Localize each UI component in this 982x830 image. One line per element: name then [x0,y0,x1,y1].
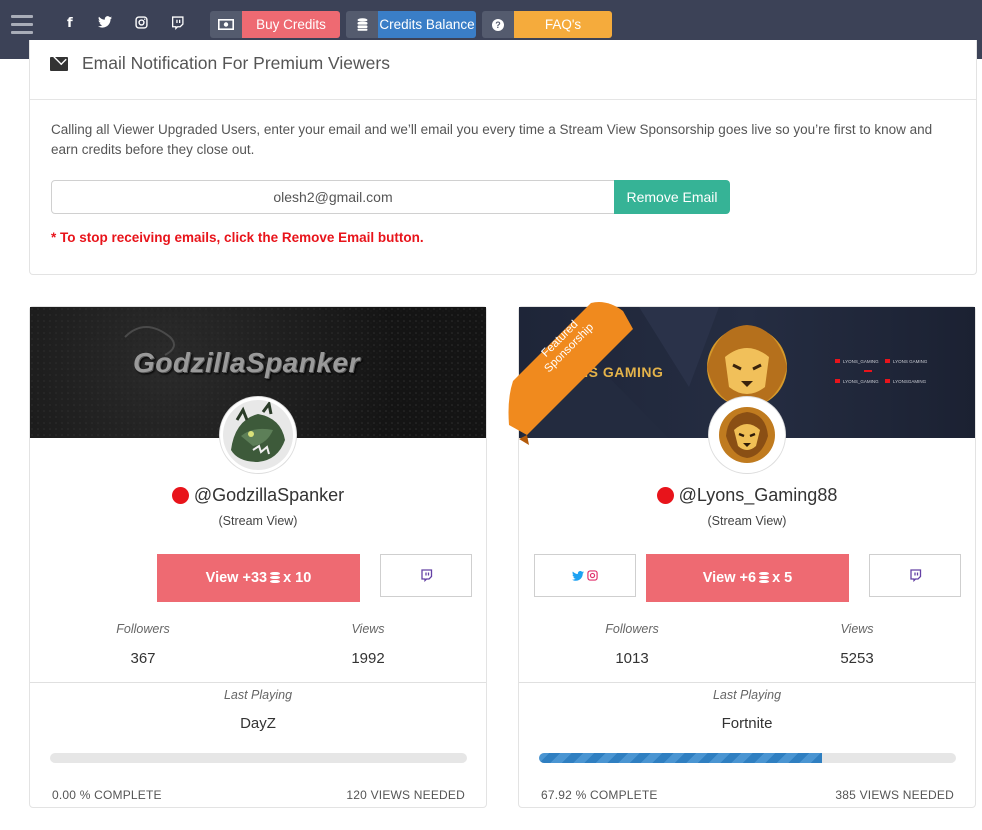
instagram-icon[interactable] [135,16,148,33]
database-icon [346,11,378,38]
email-card-title: Email Notification For Premium Viewers [82,53,390,73]
facebook-icon[interactable]: f [67,16,73,31]
stream-card-lyons-gaming: LYONS_GAMING LYONS GAMING LYONS_GAMING L… [508,302,976,808]
buy-credits-label: Buy Credits [242,11,340,38]
stream-type: (Stream View) [218,514,298,528]
stream-card-godzillaspanker: GodzillaSpanker @GodzillaSpanker (Stream… [29,306,487,808]
credits-icon [270,572,281,584]
last-playing-game: DayZ [240,715,276,732]
followers-label: Followers [605,622,659,636]
views-count: 1992 [351,650,385,667]
svg-text:LYONS_GAMING: LYONS_GAMING [843,359,879,364]
email-notification-card: Email Notification For Premium Viewers C… [29,40,977,275]
views-needed-text: 385 VIEWS NEEDED [835,788,954,802]
last-playing-game: Fortnite [721,715,773,732]
banner-channel-name: GodzillaSpanker [133,347,360,378]
followers-count: 1013 [615,650,649,667]
channel-name-row: @GodzillaSpanker [30,485,486,506]
card-divider [30,682,486,683]
remove-email-note: * To stop receiving emails, click the Re… [51,230,424,245]
twitter-icon[interactable] [98,16,112,32]
view-stream-button[interactable]: View +33 x 10 [157,554,360,602]
faqs-label: FAQ's [514,11,612,38]
followers-label: Followers [116,622,170,636]
progress-complete-text: 0.00 % COMPLETE [52,788,162,802]
credits-balance-button[interactable]: Credits Balance [346,11,476,38]
twitch-icon [420,569,432,582]
card-divider [519,682,975,683]
twitter-icon [572,570,584,581]
progress-complete-text: 67.92 % COMPLETE [541,788,658,802]
channel-name[interactable]: @GodzillaSpanker [194,485,344,506]
question-icon: ? [482,11,514,38]
svg-text:LYONSGAMING: LYONSGAMING [893,379,927,384]
progress-fill [539,753,823,763]
live-indicator-icon [656,487,674,504]
views-count: 5253 [840,650,874,667]
email-description: Calling all Viewer Upgraded Users, enter… [51,122,933,157]
stream-type: (Stream View) [707,514,787,528]
credits-balance-label: Credits Balance [378,11,476,38]
followers-count: 367 [130,650,156,667]
progress-bar [539,753,956,763]
credits-icon [759,572,770,584]
views-label: Views [351,622,385,636]
last-playing-label: Last Playing [223,688,293,702]
buy-credits-button[interactable]: Buy Credits [210,11,340,38]
svg-text:?: ? [495,20,501,30]
remove-email-button[interactable]: Remove Email [614,180,730,214]
email-input[interactable] [51,180,615,214]
envelope-icon [50,57,68,71]
channel-name-row: @Lyons_Gaming88 [519,485,975,506]
svg-text:LYONS GAMING: LYONS GAMING [893,359,928,364]
views-needed-text: 120 VIEWS NEEDED [346,788,465,802]
twitch-icon[interactable] [171,16,184,34]
views-label: Views [840,622,874,636]
social-links-button[interactable] [534,554,636,597]
svg-text:LYONS_GAMING: LYONS_GAMING [843,379,879,384]
twitch-link-button[interactable] [380,554,472,597]
view-stream-button[interactable]: View +6 x 5 [646,554,849,602]
email-card-header: Email Notification For Premium Viewers [30,40,976,100]
money-icon [210,11,242,38]
banner-channel-name: LYONS GAMING [549,364,664,380]
view-button-multiplier: x 5 [772,570,793,586]
view-button-reward: View +33 [205,570,268,586]
channel-avatar [709,397,785,473]
instagram-icon [587,570,598,581]
view-button-reward: View +6 [702,570,757,586]
twitch-icon [909,569,921,582]
progress-bar [50,753,467,763]
last-playing-label: Last Playing [712,688,782,702]
view-button-multiplier: x 10 [283,570,312,586]
faqs-button[interactable]: ? FAQ's [482,11,612,38]
channel-name[interactable]: @Lyons_Gaming88 [679,485,838,506]
menu-icon[interactable] [11,15,33,35]
live-indicator-icon [171,487,189,504]
twitch-link-button[interactable] [869,554,961,597]
channel-avatar [220,397,296,473]
